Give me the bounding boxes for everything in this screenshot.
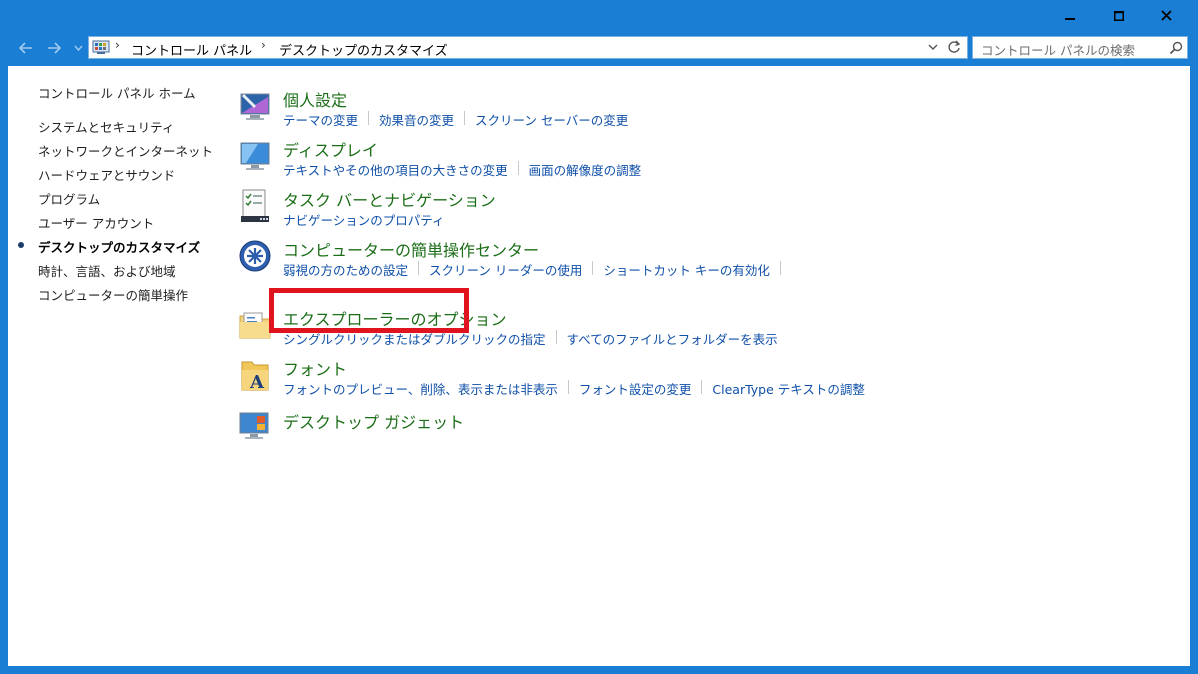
sidebar-item-system-security[interactable]: システムとセキュリティ (38, 117, 174, 136)
link-divider (418, 261, 420, 275)
personalization-icon (240, 93, 270, 120)
back-button[interactable] (16, 39, 36, 57)
desktop-gadgets-icon (239, 412, 269, 439)
category-links: テキストやその他の項目の大きさの変更 画面の解像度の調整 (283, 160, 641, 179)
search-box[interactable]: コントロール パネルの検索 (972, 36, 1188, 59)
category-links: テーマの変更 効果音の変更 スクリーン セーバーの変更 (283, 110, 628, 129)
address-dropdown-icon[interactable] (927, 40, 939, 54)
category-links: 弱視の方のための設定 スクリーン リーダーの使用 ショートカット キーの有効化 (283, 260, 791, 279)
close-icon (1160, 10, 1172, 21)
category-title-fonts[interactable]: フォント (283, 356, 347, 380)
fonts-icon: A (241, 361, 269, 392)
link-adjust-resolution[interactable]: 画面の解像度の調整 (529, 160, 642, 179)
sidebar-item-ease-of-access[interactable]: コンピューターの簡単操作 (38, 285, 188, 304)
link-change-theme[interactable]: テーマの変更 (283, 110, 358, 129)
category-title-display[interactable]: ディスプレイ (283, 137, 378, 161)
search-icon[interactable] (1169, 41, 1183, 55)
sidebar-home-link[interactable]: コントロール パネル ホーム (38, 83, 196, 102)
arrow-right-icon (48, 42, 61, 54)
folder-options-icon (239, 312, 271, 339)
close-button[interactable] (1143, 0, 1189, 31)
link-adjust-cleartype[interactable]: ClearType テキストの調整 (712, 379, 865, 398)
breadcrumb-separator-icon: › (115, 38, 120, 52)
current-item-bullet-icon (18, 242, 24, 248)
category-links: ナビゲーションのプロパティ (283, 210, 445, 229)
link-divider (567, 380, 569, 394)
link-navigation-properties[interactable]: ナビゲーションのプロパティ (283, 210, 445, 229)
breadcrumb-control-panel[interactable]: コントロール パネル (131, 40, 252, 59)
highlight-box (269, 288, 469, 333)
taskbar-icon (241, 189, 269, 222)
link-show-all-files-folders[interactable]: すべてのファイルとフォルダーを表示 (567, 329, 778, 348)
forward-button[interactable] (44, 39, 64, 57)
link-divider (592, 261, 594, 275)
minimize-button[interactable] (1047, 0, 1093, 31)
link-divider (555, 330, 557, 344)
category-title-personalization[interactable]: 個人設定 (283, 87, 347, 111)
link-change-sounds[interactable]: 効果音の変更 (379, 110, 454, 129)
title-bar (0, 0, 1198, 33)
category-title-ease-of-access-center[interactable]: コンピューターの簡単操作センター (283, 237, 539, 261)
navigation-bar: › コントロール パネル › デスクトップのカスタマイズ コントロール パネルの… (8, 33, 1190, 63)
sidebar-item-user-accounts[interactable]: ユーザー アカウント (38, 213, 154, 232)
link-change-screensaver[interactable]: スクリーン セーバーの変更 (475, 110, 628, 129)
link-use-screen-reader[interactable]: スクリーン リーダーの使用 (429, 260, 582, 279)
category-links: フォントのプレビュー、削除、表示または非表示 フォント設定の変更 ClearTy… (283, 379, 865, 398)
refresh-icon[interactable] (947, 39, 961, 55)
link-change-text-size[interactable]: テキストやその他の項目の大きさの変更 (283, 160, 508, 179)
search-placeholder: コントロール パネルの検索 (981, 43, 1135, 58)
maximize-button[interactable] (1096, 0, 1142, 31)
content-area: コントロール パネル ホーム システムとセキュリティ ネットワークとインターネッ… (8, 66, 1190, 666)
link-low-vision-settings[interactable]: 弱視の方のための設定 (283, 260, 408, 279)
category-title-desktop-gadgets[interactable]: デスクトップ ガジェット (283, 409, 464, 433)
ease-of-access-icon (239, 240, 271, 272)
link-divider (701, 380, 703, 394)
link-enable-shortcut-keys[interactable]: ショートカット キーの有効化 (603, 260, 769, 279)
maximize-icon (1114, 10, 1124, 21)
breadcrumb-desktop-customization[interactable]: デスクトップのカスタマイズ (279, 40, 448, 59)
arrow-left-icon (19, 42, 32, 54)
link-divider (368, 111, 370, 125)
display-icon (240, 142, 270, 170)
link-preview-delete-fonts[interactable]: フォントのプレビュー、削除、表示または非表示 (283, 379, 558, 398)
sidebar-item-programs[interactable]: プログラム (38, 189, 100, 208)
link-change-font-settings[interactable]: フォント設定の変更 (579, 379, 692, 398)
sidebar-item-network[interactable]: ネットワークとインターネット (38, 141, 213, 160)
svg-text:A: A (249, 372, 265, 392)
recent-locations-button[interactable] (72, 39, 84, 57)
sidebar-item-clock-region[interactable]: 時計、言語、および地域 (38, 261, 176, 280)
sidebar-item-hardware-sound[interactable]: ハードウェアとサウンド (38, 165, 175, 184)
sidebar-item-desktop-customization: デスクトップのカスタマイズ (38, 240, 201, 255)
breadcrumb-separator-icon: › (261, 38, 266, 52)
link-divider (464, 111, 466, 125)
control-panel-icon (92, 40, 110, 54)
link-divider (779, 261, 781, 275)
link-divider (517, 161, 519, 175)
address-bar[interactable]: › コントロール パネル › デスクトップのカスタマイズ (88, 36, 968, 59)
chevron-down-icon (73, 45, 83, 51)
category-title-taskbar-navigation[interactable]: タスク バーとナビゲーション (283, 187, 496, 211)
minimize-icon (1065, 17, 1075, 20)
